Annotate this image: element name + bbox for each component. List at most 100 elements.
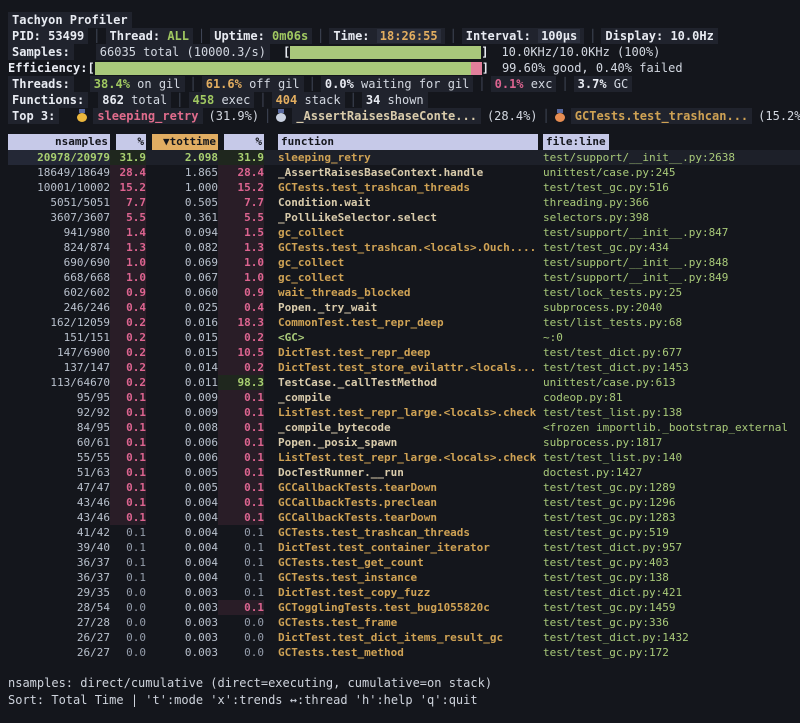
cell-file-line: test/test_dict.py:677 bbox=[538, 345, 800, 360]
top3-percent: (28.4%) bbox=[487, 108, 538, 124]
cell-direct-pct: 15.2 bbox=[110, 180, 146, 195]
table-row[interactable]: 51/630.10.0050.1DocTestRunner.__rundocte… bbox=[8, 465, 800, 480]
functions-label: Functions: bbox=[8, 92, 88, 108]
cell-nsamples: 5051/5051 bbox=[8, 195, 110, 210]
table-row[interactable]: 47/470.10.0050.1GCCallbackTests.tearDown… bbox=[8, 480, 800, 495]
table-row[interactable]: 92/920.10.0090.1ListTest.test_repr_large… bbox=[8, 405, 800, 420]
table-row[interactable]: 39/400.10.0040.1DictTest.test_container_… bbox=[8, 540, 800, 555]
table-row[interactable]: 84/950.10.0080.1_compile_bytecode<frozen… bbox=[8, 420, 800, 435]
column-gap bbox=[264, 240, 278, 255]
table-row[interactable]: 690/6901.00.0691.0gc_collecttest/support… bbox=[8, 255, 800, 270]
table-row[interactable]: 43/460.10.0040.1GCCallbackTests.preclean… bbox=[8, 495, 800, 510]
table-row[interactable]: 26/270.00.0030.0GCTests.test_methodtest/… bbox=[8, 645, 800, 660]
table-row[interactable]: 151/1510.20.0150.2<GC>~:0 bbox=[8, 330, 800, 345]
table-row[interactable]: 5051/50517.70.5057.7Condition.waitthread… bbox=[8, 195, 800, 210]
column-header-direct-pct[interactable]: % bbox=[110, 134, 146, 150]
table-row[interactable]: 941/9801.40.0941.5gc_collecttest/support… bbox=[8, 225, 800, 240]
cell-tottime: 0.004 bbox=[146, 555, 218, 570]
cell-nsamples: 26/27 bbox=[8, 645, 110, 660]
cell-direct-pct: 0.1 bbox=[110, 420, 146, 435]
samples-gauge: [ ] bbox=[283, 45, 488, 59]
column-header-tottime[interactable]: ▼tottime bbox=[146, 134, 218, 150]
cell-cum-pct: 1.5 bbox=[218, 225, 264, 240]
cell-cum-pct: 98.3 bbox=[218, 375, 264, 390]
threads-segment: 61.6% off gil bbox=[202, 76, 304, 92]
column-header-file-line[interactable]: file:line bbox=[538, 134, 800, 150]
cell-direct-pct: 1.0 bbox=[110, 270, 146, 285]
table-row[interactable]: 10001/1000215.21.00015.2GCTests.test_tra… bbox=[8, 180, 800, 195]
threads-segment: 38.4% on gil bbox=[90, 76, 185, 92]
column-header-cum-pct[interactable]: % bbox=[218, 134, 264, 150]
table-row[interactable]: 29/350.00.0030.1DictTest.test_copy_fuzzt… bbox=[8, 585, 800, 600]
cell-file-line: test/test_dict.py:1432 bbox=[538, 630, 800, 645]
cell-direct-pct: 0.1 bbox=[110, 555, 146, 570]
table-row[interactable]: 27/280.00.0030.0GCTests.test_frametest/t… bbox=[8, 615, 800, 630]
separator: │ bbox=[350, 92, 357, 108]
top3-function-name: GCTests.test_trashcan... bbox=[571, 108, 752, 124]
cell-cum-pct: 28.4 bbox=[218, 165, 264, 180]
cell-file-line: selectors.py:398 bbox=[538, 210, 800, 225]
column-gap bbox=[264, 585, 278, 600]
cell-cum-pct: 0.0 bbox=[218, 615, 264, 630]
silver-medal-icon bbox=[276, 113, 286, 122]
table-row[interactable]: 147/69000.20.01510.5DictTest.test_repr_d… bbox=[8, 345, 800, 360]
table-row[interactable]: 36/370.10.0040.1GCTests.test_get_countte… bbox=[8, 555, 800, 570]
cell-cum-pct: 1.3 bbox=[218, 240, 264, 255]
cell-file-line: test/test_gc.py:1283 bbox=[538, 510, 800, 525]
cell-nsamples: 668/668 bbox=[8, 270, 110, 285]
cell-direct-pct: 0.1 bbox=[110, 390, 146, 405]
table-row[interactable]: 26/270.00.0030.0DictTest.test_dict_items… bbox=[8, 630, 800, 645]
footer-legend: nsamples: direct/cumulative (direct=exec… bbox=[8, 675, 800, 692]
cell-function: DictTest.test_copy_fuzz bbox=[278, 585, 538, 600]
table-row[interactable]: 3607/36075.50.3615.5_PollLikeSelector.se… bbox=[8, 210, 800, 225]
efficiency-summary: 99.60% good, 0.40% failed bbox=[502, 60, 683, 76]
column-gap bbox=[264, 600, 278, 615]
cell-tottime: 0.016 bbox=[146, 315, 218, 330]
efficiency-bar bbox=[95, 62, 482, 75]
table-row[interactable]: 246/2460.40.0250.4Popen._try_waitsubproc… bbox=[8, 300, 800, 315]
column-gap bbox=[264, 390, 278, 405]
title-row: Tachyon Profiler bbox=[8, 12, 800, 28]
table-row[interactable]: 20978/2097931.92.09831.9sleeping_retryte… bbox=[8, 150, 800, 165]
table-row[interactable]: 95/950.10.0090.1_compilecodeop.py:81 bbox=[8, 390, 800, 405]
segment-suffix: stack bbox=[297, 93, 340, 107]
cell-direct-pct: 0.2 bbox=[110, 330, 146, 345]
efficiency-row: Efficiency: [ ] 99.60% good, 0.40% faile… bbox=[8, 60, 800, 76]
table-row[interactable]: 60/610.10.0060.1Popen._posix_spawnsubpro… bbox=[8, 435, 800, 450]
table-row[interactable]: 43/460.10.0040.1GCCallbackTests.tearDown… bbox=[8, 510, 800, 525]
cell-tottime: 0.008 bbox=[146, 420, 218, 435]
table-row[interactable]: 162/120590.20.01618.3CommonTest.test_rep… bbox=[8, 315, 800, 330]
cell-function: GCCallbackTests.preclean bbox=[278, 495, 538, 510]
table-row[interactable]: 113/646700.20.01198.3TestCase._callTestM… bbox=[8, 375, 800, 390]
cell-function: GCTests.test_method bbox=[278, 645, 538, 660]
table-row[interactable]: 18649/1864928.41.86528.4_AssertRaisesBas… bbox=[8, 165, 800, 180]
cell-direct-pct: 0.0 bbox=[110, 645, 146, 660]
table-row[interactable]: 55/550.10.0060.1ListTest.test_repr_large… bbox=[8, 450, 800, 465]
cell-cum-pct: 10.5 bbox=[218, 345, 264, 360]
cell-tottime: 0.004 bbox=[146, 570, 218, 585]
cell-function: Popen._try_wait bbox=[278, 300, 538, 315]
table-row[interactable]: 824/8741.30.0821.3GCTests.test_trashcan.… bbox=[8, 240, 800, 255]
cell-file-line: test/lock_tests.py:25 bbox=[538, 285, 800, 300]
cell-nsamples: 18649/18649 bbox=[8, 165, 110, 180]
table-row[interactable]: 602/6020.90.0600.9wait_threads_blockedte… bbox=[8, 285, 800, 300]
cell-function: Popen._posix_spawn bbox=[278, 435, 538, 450]
cell-tottime: 0.015 bbox=[146, 345, 218, 360]
functions-segment: 34 shown bbox=[362, 92, 428, 108]
table-row[interactable]: 668/6681.00.0671.0gc_collecttest/support… bbox=[8, 270, 800, 285]
column-header-function[interactable]: function bbox=[278, 134, 538, 150]
column-gap bbox=[264, 405, 278, 420]
separator: │ bbox=[93, 28, 100, 44]
table-row[interactable]: 36/370.10.0040.1GCTests.test_instancetes… bbox=[8, 570, 800, 585]
column-header-nsamples[interactable]: nsamples bbox=[8, 134, 110, 150]
table-row[interactable]: 137/1470.20.0140.2DictTest.test_store_ev… bbox=[8, 360, 800, 375]
cell-file-line: subprocess.py:2040 bbox=[538, 300, 800, 315]
top3-percent: (31.9%) bbox=[209, 108, 260, 124]
column-gap bbox=[264, 570, 278, 585]
table-row[interactable]: 41/420.10.0040.1GCTests.test_trashcan_th… bbox=[8, 525, 800, 540]
samples-row: Samples: 66035 total (10000.3/s) [ ] 10.… bbox=[8, 44, 800, 60]
status-item-interval: Interval: 100µs bbox=[462, 28, 584, 44]
cell-nsamples: 36/37 bbox=[8, 570, 110, 585]
threads-segments: 38.4% on gil│61.6% off gil│0.0% waiting … bbox=[90, 76, 632, 92]
table-row[interactable]: 28/540.00.0030.1GCTogglingTests.test_bug… bbox=[8, 600, 800, 615]
